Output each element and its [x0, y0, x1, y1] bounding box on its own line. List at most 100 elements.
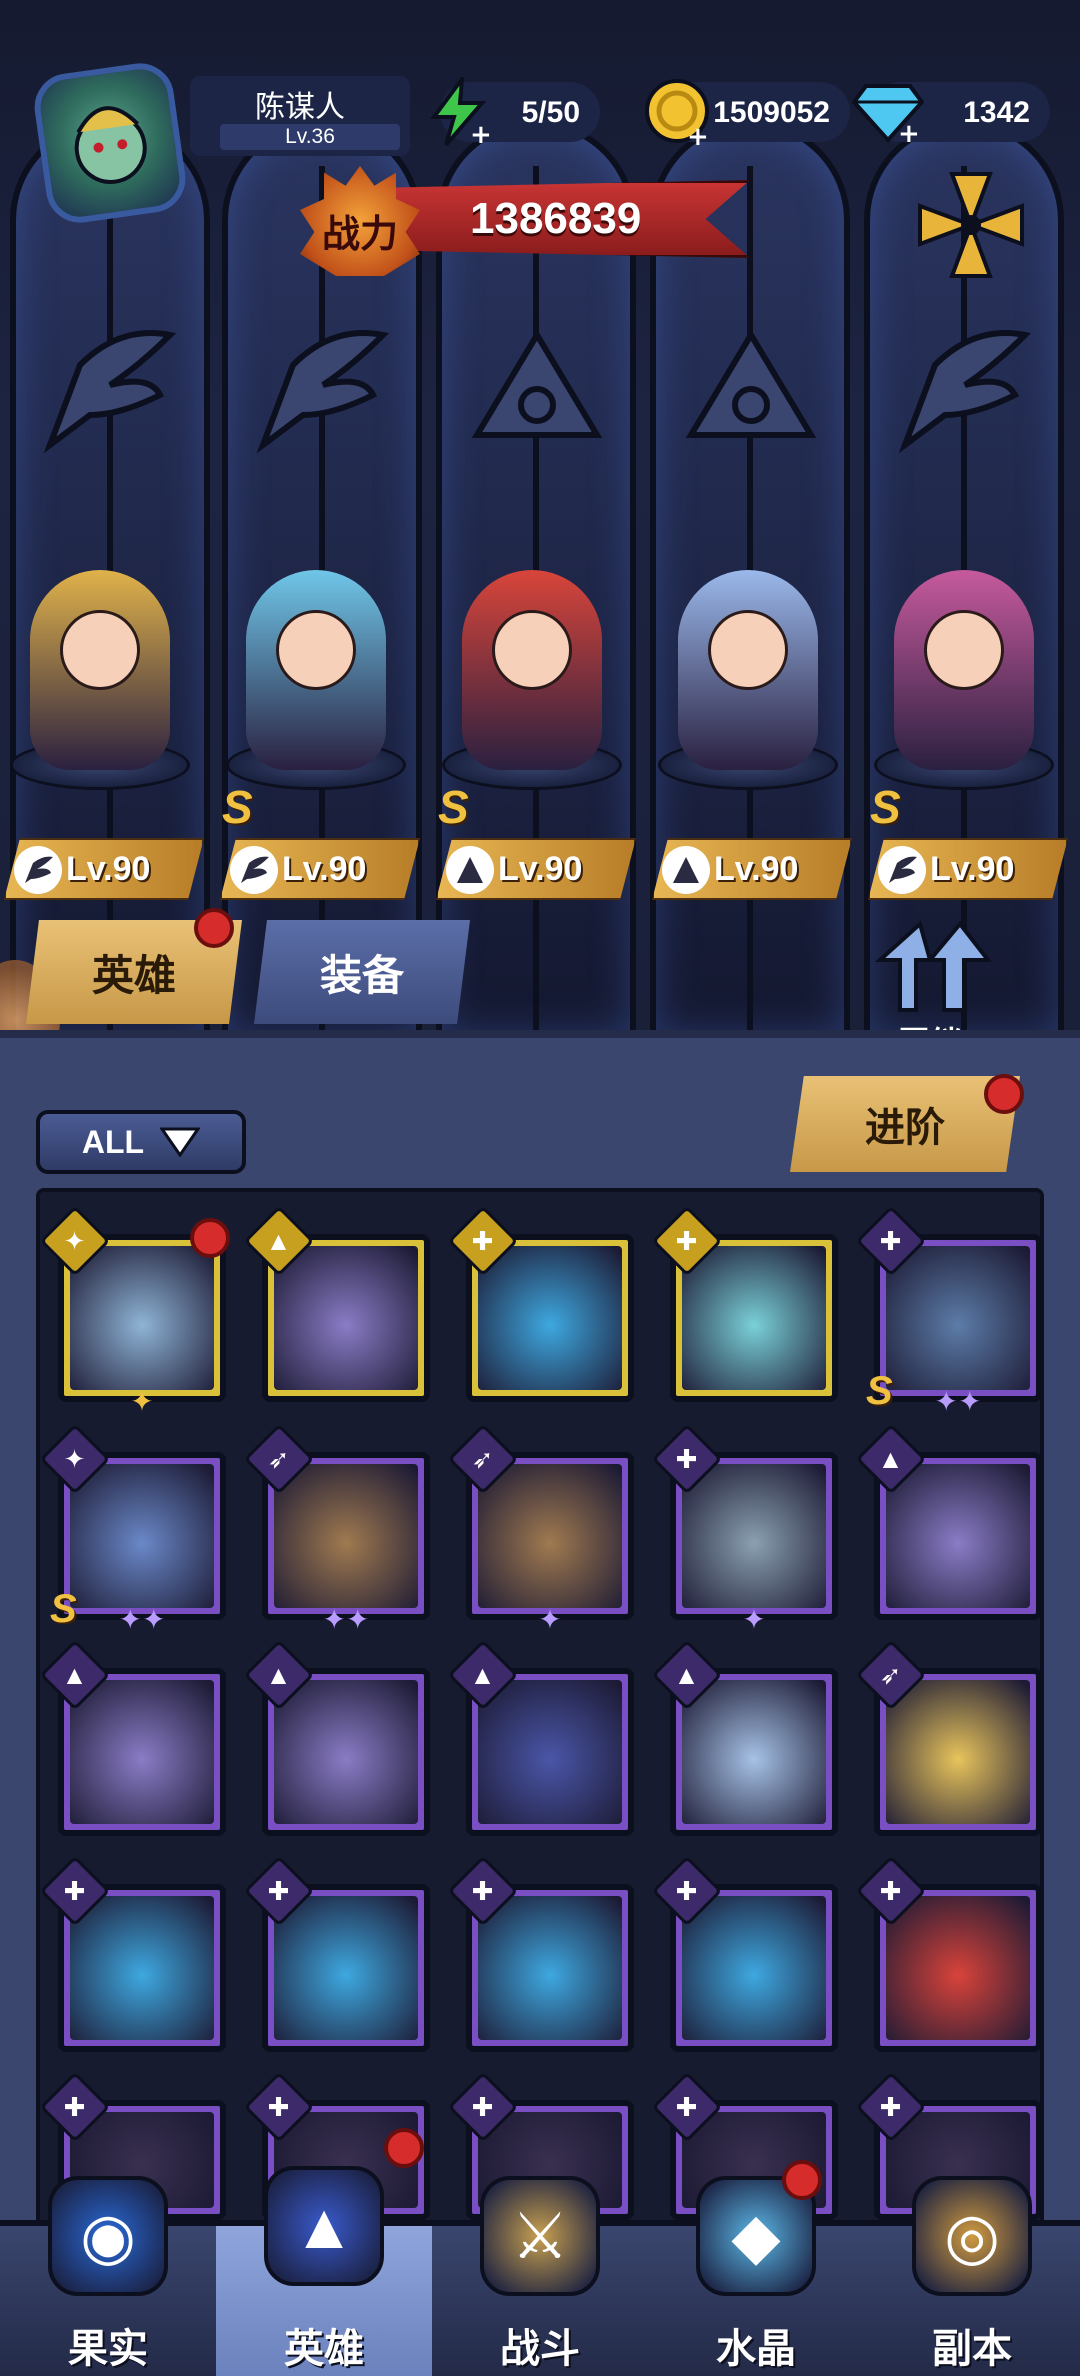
star-rating: ✦✦ [118, 1604, 166, 1635]
hero-card[interactable]: ▲ [651, 1639, 838, 1836]
hero-card-art [478, 1246, 622, 1390]
hero-card[interactable]: ▲ [243, 1205, 430, 1402]
hero-card[interactable]: ✦ ✦ [39, 1205, 226, 1417]
hero-card-notification-dot [190, 1218, 230, 1258]
star-rating: ✦ [742, 1604, 766, 1635]
class-glyph: ✚ [268, 1875, 290, 1906]
class-glyph: ▲ [266, 1659, 292, 1690]
hero-card-art [274, 1680, 418, 1824]
hero-card[interactable]: ✚ [447, 1205, 634, 1402]
sword-icon: ⚔ [480, 2176, 600, 2296]
gold-counter[interactable]: + 1509052 [645, 79, 850, 147]
hero-card-art [682, 1896, 826, 2040]
hero-card[interactable]: ✚ [243, 1855, 430, 2052]
nav-item[interactable]: ◎ 副本 [864, 2176, 1080, 2376]
hero-card[interactable]: ➶ [855, 1639, 1042, 1836]
settings-flower-icon[interactable] [912, 166, 1030, 284]
medusa-portrait-icon [74, 106, 147, 184]
hero-card-art [70, 1680, 214, 1824]
nav-item[interactable]: ▲ 英雄 [216, 2166, 432, 2376]
lineup-level: Lv.90 [714, 850, 799, 888]
player-level: Lv.36 [220, 124, 400, 150]
class-glyph: ▲ [878, 1443, 904, 1474]
hero-card[interactable]: ➶ ✦ [447, 1423, 634, 1635]
rank-s-badge: S [222, 781, 253, 833]
class-glyph: ➶ [472, 1443, 494, 1474]
portal-icon: ◎ [912, 2176, 1032, 2296]
nav-item-label: 水晶 [716, 2327, 796, 2371]
gold-coin-icon: + [640, 74, 716, 150]
hero-card-art [886, 1680, 1030, 1824]
nav-hero-notification-dot [384, 2128, 424, 2168]
hero-card-art [682, 1680, 826, 1824]
hero-card[interactable]: ✚ [651, 1855, 838, 2052]
hero-card[interactable]: ✚ [447, 1855, 634, 2052]
tab-equipment[interactable]: 装备 [254, 920, 470, 1024]
svg-text:+: + [470, 120, 490, 147]
star-rating: ✦ [130, 1386, 154, 1417]
hero-card[interactable]: ✚ [855, 1855, 1042, 2052]
lineup-hero[interactable] [432, 560, 632, 810]
diamond-icon: + [850, 74, 926, 150]
hero-card[interactable]: ▲ [855, 1423, 1042, 1620]
fruit-icon: ◉ [48, 2176, 168, 2296]
nav-item-label: 果实 [68, 2327, 148, 2371]
player-avatar[interactable] [30, 58, 190, 228]
nav-item[interactable]: ◆ 水晶 [648, 2176, 864, 2376]
gem-counter[interactable]: + 1342 [852, 82, 1050, 144]
hero-card[interactable]: ✚ [39, 1855, 226, 2052]
hero-card[interactable]: ➶ ✦✦ [243, 1423, 430, 1635]
hero-card[interactable]: ▲ [447, 1639, 634, 1836]
hero-card-art [478, 1464, 622, 1608]
hero-face [60, 610, 140, 690]
hero-card[interactable]: ▲ [39, 1639, 226, 1836]
gem-value: 1342 [963, 96, 1030, 129]
rank-s-badge: S [50, 1587, 77, 1631]
lineup-hero[interactable] [648, 560, 848, 810]
class-glyph: ✦ [64, 1443, 86, 1474]
star-rating: ✦✦ [934, 1386, 982, 1417]
filter-value: ALL [81, 1123, 145, 1160]
hero-face [492, 610, 572, 690]
lineup-level-tag: Lv.90 [220, 838, 420, 900]
hat-icon [662, 846, 710, 894]
lineup-hero[interactable] [0, 560, 200, 810]
filter-dropdown[interactable]: ALL [36, 1110, 246, 1174]
lineup-level: Lv.90 [282, 850, 367, 888]
hero-card-art [70, 1896, 214, 2040]
top-bar: 陈谋人 Lv.36 + 5/50 + 1509052 + 1342 [0, 58, 1080, 228]
nav-item[interactable]: ⚔ 战斗 [432, 2176, 648, 2376]
star-rating: ✦✦ [322, 1604, 370, 1635]
hat-emblem-icon [676, 320, 826, 460]
energy-value: 5/50 [521, 96, 580, 129]
energy-counter[interactable]: + 5/50 [430, 77, 600, 147]
tab-equipment-label: 装备 [319, 951, 404, 999]
wing-icon [230, 846, 278, 894]
power-value: 1386839 [470, 194, 642, 243]
hero-card-art [886, 1464, 1030, 1608]
lineup-hero[interactable] [216, 560, 416, 810]
wing-icon [878, 846, 926, 894]
hero-card[interactable]: ✚ ✦✦ S [855, 1205, 1042, 1417]
hero-card[interactable]: ▲ [243, 1639, 430, 1836]
advance-notification-dot [984, 1074, 1024, 1114]
bond-arrows-icon [874, 920, 993, 1012]
combat-power-banner: 战力 1386839 [300, 166, 760, 276]
hero-card-art [682, 1246, 826, 1390]
class-glyph: ▲ [62, 1659, 88, 1690]
nav-item-label: 副本 [932, 2327, 1012, 2371]
gold-value: 1509052 [713, 96, 830, 129]
lineup-hero[interactable] [864, 560, 1064, 810]
hero-card-art [70, 1464, 214, 1608]
wizard-hat-icon: ▲ [264, 2166, 384, 2286]
power-flame-badge: 战力 [300, 166, 420, 276]
hero-card[interactable]: ✚ [651, 1205, 838, 1402]
hero-card[interactable]: ✦ ✦✦ S [39, 1423, 226, 1635]
lineup-level: Lv.90 [498, 850, 583, 888]
hero-card-art [886, 1896, 1030, 2040]
class-glyph: ✦ [64, 1225, 86, 1256]
nav-item[interactable]: ◉ 果实 [0, 2176, 216, 2376]
hero-card[interactable]: ✚ ✦ [651, 1423, 838, 1635]
tab-hero-label: 英雄 [91, 951, 176, 999]
class-glyph: ✚ [472, 1225, 494, 1256]
